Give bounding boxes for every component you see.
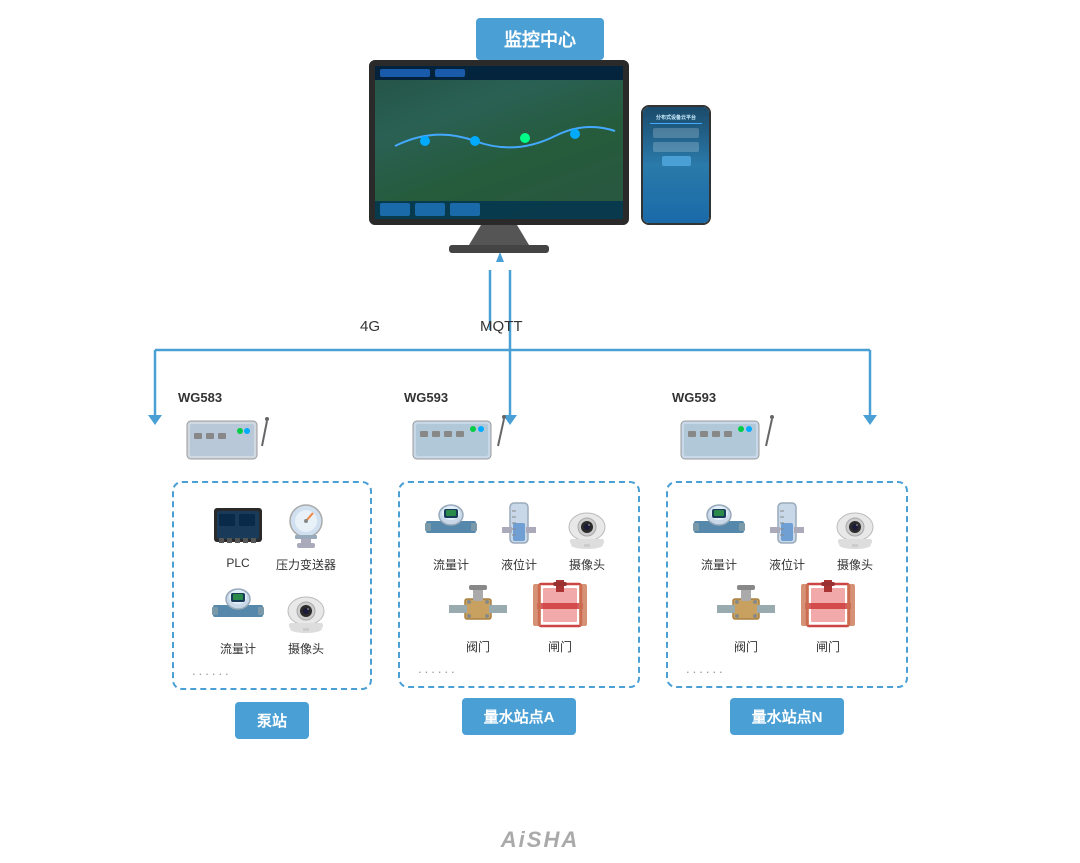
phone-device: 分布式设备云平台 — [641, 105, 711, 225]
pump-more-dots: ...... — [186, 663, 232, 678]
flow-station-n-label: 量水站点N — [730, 698, 845, 735]
pump-station-box: PLC — [172, 481, 372, 690]
computer-monitor — [369, 60, 629, 253]
station-n-more-dots: ...... — [680, 661, 726, 676]
watermark: AiSHA — [501, 827, 579, 853]
gateway-wg583-icon — [182, 411, 282, 471]
device-gate-n: 闸门 — [797, 579, 859, 655]
pump-station-column: WG583 — [172, 390, 372, 739]
device-pressure: 压力变送器 — [275, 497, 337, 573]
monitor-base — [449, 245, 549, 253]
flow-station-a-label: 量水站点A — [462, 698, 577, 735]
protocol-4g: 4G — [360, 318, 380, 335]
device-valve-a: 阀门 — [447, 579, 509, 655]
device-camera-pump: 摄像头 — [275, 581, 337, 657]
monitor-stand — [469, 225, 529, 245]
device-valve-n: 阀门 — [715, 579, 777, 655]
protocol-mqtt: MQTT — [480, 318, 523, 335]
device-camera-a: 摄像头 — [556, 497, 618, 573]
device-plc: PLC — [207, 497, 269, 573]
flow-station-n-column: WG593 — [666, 390, 908, 735]
pump-station-label: 泵站 — [235, 702, 309, 739]
device-gate-a: 闸门 — [529, 579, 591, 655]
flow-station-n-box: 流量计 — [666, 481, 908, 688]
gateway-label-wg593-n: WG593 — [672, 390, 716, 405]
monitor-screen — [369, 60, 629, 225]
device-level-a: 液位计 — [488, 497, 550, 573]
device-flow-pump: 流量计 — [207, 581, 269, 657]
flow-station-a-box: 流量计 — [398, 481, 640, 688]
gateway-label-wg593-a: WG593 — [404, 390, 448, 405]
gateway-label-wg583: WG583 — [178, 390, 222, 405]
station-a-more-dots: ...... — [412, 661, 458, 676]
device-flow-a: 流量计 — [420, 497, 482, 573]
flow-station-a-column: WG593 — [398, 390, 640, 735]
device-level-n: 液位计 — [756, 497, 818, 573]
device-flow-n: 流量计 — [688, 497, 750, 573]
monitor-center-label: 监控中心 — [476, 18, 604, 60]
device-camera-n: 摄像头 — [824, 497, 886, 573]
